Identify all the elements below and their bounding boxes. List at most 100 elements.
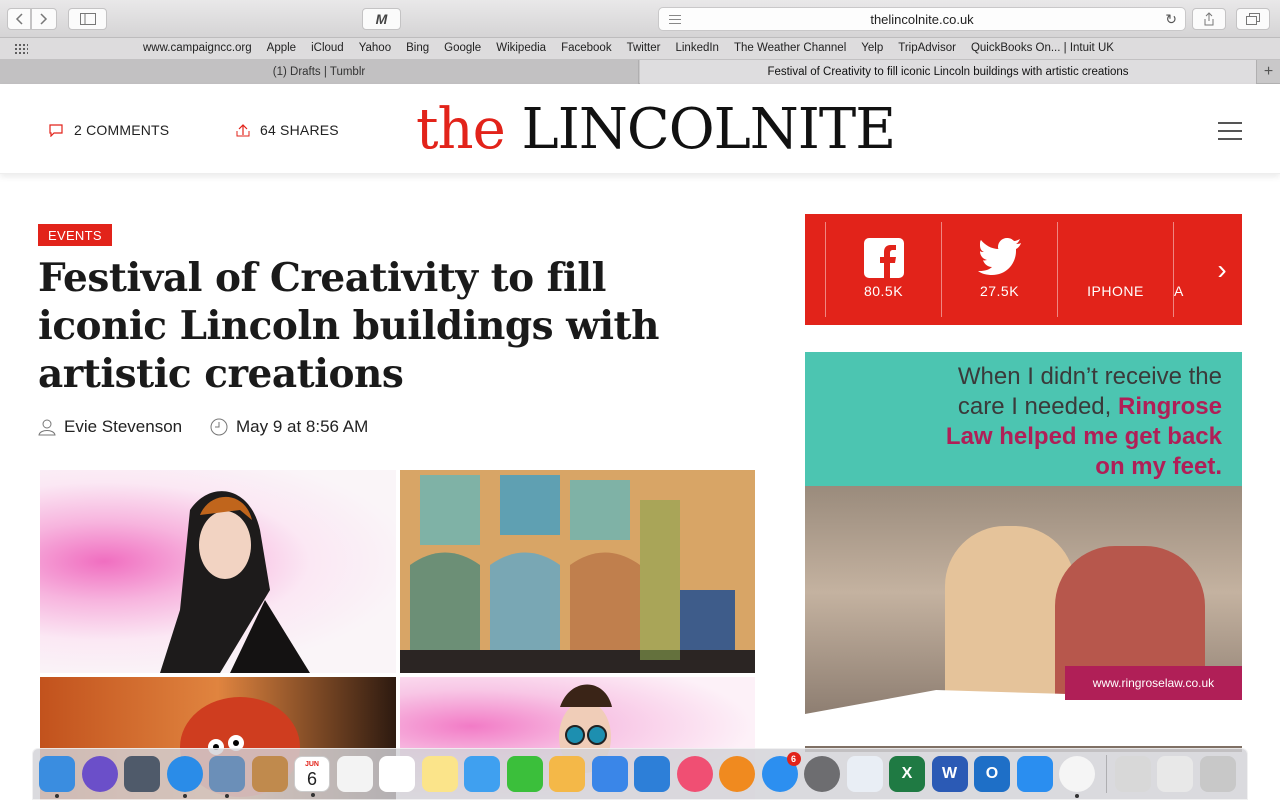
comments-count: 2 COMMENTS (74, 122, 170, 138)
tabs-overview-button[interactable] (1236, 8, 1270, 30)
logo-name: LINCOLNITE (521, 97, 897, 162)
favorite-link[interactable]: Facebook (561, 42, 612, 54)
document-icon[interactable] (1157, 756, 1193, 792)
author-byline[interactable]: Evie Stevenson (38, 417, 182, 437)
share-iphone-button[interactable]: IPHONE (1057, 222, 1173, 317)
facebook-count: 80.5K (863, 283, 904, 299)
running-indicator (311, 793, 315, 797)
excel-letter: X (901, 765, 913, 782)
user-icon (38, 419, 56, 436)
share-arrow-icon (236, 124, 250, 137)
itunes-icon[interactable] (676, 756, 713, 792)
reminders-icon[interactable] (336, 756, 373, 792)
network-utility-icon[interactable] (846, 756, 883, 792)
pages-icon[interactable] (549, 756, 585, 792)
extension-m-button[interactable]: M (362, 8, 401, 30)
ad-url[interactable]: www.ringroselaw.co.uk (1065, 666, 1242, 700)
forward-button[interactable] (31, 8, 57, 30)
excel-icon[interactable]: X (889, 756, 925, 792)
favorite-link[interactable]: Twitter (627, 42, 661, 54)
macos-dock: JUN 6 6 X W O (32, 748, 1248, 800)
grid-icon[interactable] (14, 43, 28, 55)
calendar-day: 6 (306, 768, 317, 789)
street-illustration (400, 470, 755, 673)
site-logo[interactable]: the LINCOLNITE (416, 97, 897, 162)
tabs-icon (1246, 13, 1260, 25)
tab-lincolnite[interactable]: Festival of Creativity to fill iconic Li… (640, 60, 1256, 84)
calendar-month: JUN (304, 760, 319, 768)
article-title: Festival of Creativity to fill iconic Li… (38, 255, 659, 397)
keynote-icon[interactable] (634, 756, 670, 792)
tab-bar: (1) Drafts | Tumblr Festival of Creativi… (0, 60, 1280, 84)
twitter-count: 27.5K (979, 283, 1020, 299)
favorite-link[interactable]: Bing (406, 42, 429, 54)
favorite-link[interactable]: Yelp (861, 42, 883, 54)
facetime-icon[interactable] (506, 756, 543, 792)
collage-image-fashion (40, 470, 396, 673)
social-share-bar: 80.5K 27.5K IPHONE A › (805, 214, 1242, 325)
fashion-model-illustration (160, 491, 310, 673)
siri-icon[interactable] (81, 756, 118, 792)
app-store-badge: 6 (786, 752, 801, 766)
reload-icon[interactable]: ↻ (1165, 11, 1177, 28)
favorite-link[interactable]: Apple (267, 42, 296, 54)
mail-icon[interactable] (209, 756, 245, 798)
photos-icon[interactable] (1059, 756, 1095, 798)
share-twitter-button[interactable]: 27.5K (941, 222, 1057, 317)
share-next-button[interactable]: › (1202, 214, 1242, 325)
address-bar[interactable]: thelincolnite.co.uk ↻ (658, 7, 1186, 31)
favorite-link[interactable]: iCloud (311, 42, 344, 54)
outlook-icon[interactable]: O (974, 756, 1010, 792)
running-indicator (55, 794, 59, 798)
messages-icon[interactable] (464, 756, 500, 792)
share-more-button[interactable]: A (1173, 222, 1203, 317)
dropbox-icon[interactable] (1016, 756, 1053, 792)
favorite-link[interactable]: www.campaigncc.org (143, 42, 252, 54)
notes-icon[interactable] (421, 756, 458, 792)
preview-icon[interactable] (379, 756, 415, 792)
numbers-icon[interactable] (591, 756, 628, 792)
ibooks-icon[interactable] (719, 756, 755, 792)
publish-date: May 9 at 8:56 AM (210, 417, 368, 437)
comments-link[interactable]: 2 COMMENTS (48, 122, 169, 138)
favorite-link[interactable]: LinkedIn (675, 42, 718, 54)
collage-image-illustration (400, 470, 755, 673)
word-icon[interactable]: W (931, 756, 968, 792)
ad-headline: When I didn’t receive the care I needed,… (922, 362, 1222, 482)
new-tab-button[interactable]: + (1256, 60, 1280, 84)
favorite-link[interactable]: Wikipedia (496, 42, 546, 54)
reader-icon[interactable] (669, 15, 681, 24)
menu-icon[interactable] (1218, 122, 1242, 140)
favorite-link[interactable]: QuickBooks On... | Intuit UK (971, 42, 1114, 54)
contacts-icon[interactable] (251, 756, 288, 792)
favorite-link[interactable]: Yahoo (359, 42, 391, 54)
share-button[interactable] (1192, 8, 1226, 30)
downloads-icon[interactable] (1114, 756, 1151, 792)
favorite-link[interactable]: TripAdvisor (898, 42, 956, 54)
system-preferences-icon[interactable] (804, 756, 840, 792)
category-badge[interactable]: EVENTS (38, 224, 112, 246)
favorite-link[interactable]: The Weather Channel (734, 42, 846, 54)
favorite-link[interactable]: Google (444, 42, 481, 54)
twitter-icon (977, 238, 1021, 275)
launchpad-icon[interactable] (124, 756, 160, 792)
favorites-bar: www.campaigncc.org Apple iCloud Yahoo Bi… (0, 38, 1280, 60)
share-icon (1204, 12, 1214, 26)
ringrose-ad[interactable]: When I didn’t receive the care I needed,… (805, 352, 1242, 752)
trash-icon[interactable] (1199, 756, 1236, 792)
running-indicator (182, 794, 187, 798)
chevron-right-icon: › (1217, 253, 1227, 285)
calendar-icon[interactable]: JUN 6 (294, 756, 330, 797)
share-facebook-button[interactable]: 80.5K (825, 222, 941, 317)
more-label: A (1174, 283, 1184, 299)
back-button[interactable] (7, 8, 31, 30)
m-extension-icon: M (375, 11, 388, 27)
iphone-label: IPHONE (1087, 283, 1144, 299)
finder-icon[interactable] (39, 756, 75, 798)
tab-tumblr[interactable]: (1) Drafts | Tumblr (0, 60, 639, 84)
sidebar-toggle-button[interactable] (68, 8, 107, 30)
shares-link[interactable]: 64 SHARES (236, 122, 339, 138)
ad-photo: www.ringroselaw.co.uk (805, 486, 1242, 752)
safari-icon[interactable] (166, 756, 203, 798)
app-store-icon[interactable]: 6 (761, 752, 801, 792)
